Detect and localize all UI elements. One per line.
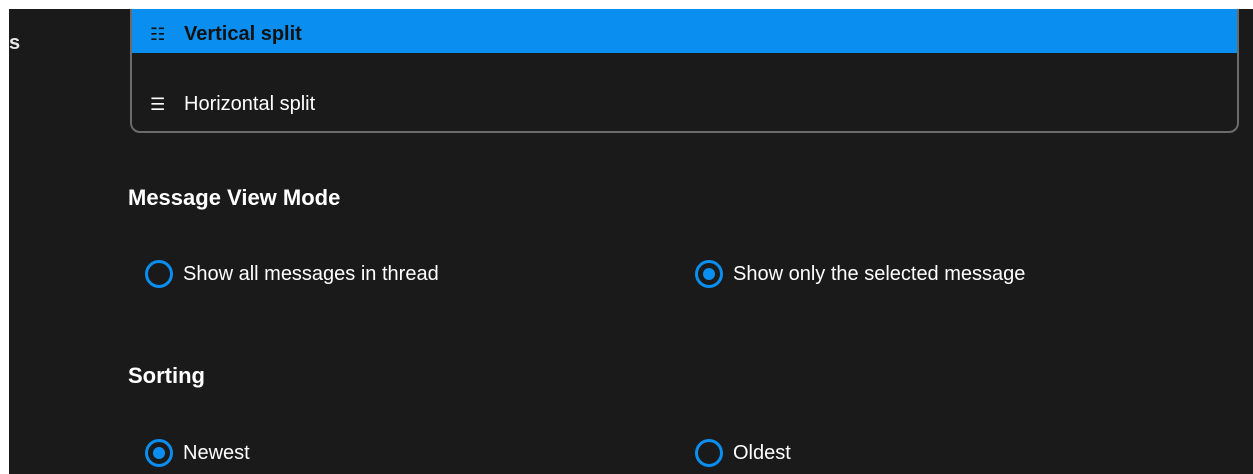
layout-dropdown-list: ☷ Vertical split ☰ Horizontal split (130, 9, 1239, 133)
radio-show-all-messages-label: Show all messages in thread (183, 262, 439, 285)
horizontal-split-icon: ☰ (150, 94, 166, 114)
radio-show-selected-message-label: Show only the selected message (733, 262, 1026, 285)
option-horizontal-split[interactable]: ☰ Horizontal split (132, 80, 1237, 128)
radio-sort-newest[interactable]: Newest (145, 439, 250, 467)
settings-pane: s ☷ Vertical split ☰ Horizontal split Me… (9, 9, 1253, 474)
radio-button-checked[interactable] (145, 439, 173, 467)
vertical-split-icon: ☷ (150, 24, 166, 44)
option-vertical-split-label: Vertical split (184, 22, 302, 45)
radio-sort-newest-label: Newest (183, 441, 250, 464)
radio-show-selected-message[interactable]: Show only the selected message (695, 260, 1025, 288)
sorting-title: Sorting (128, 363, 205, 388)
radio-button-unchecked[interactable] (695, 439, 723, 467)
option-vertical-split[interactable]: ☷ Vertical split (132, 9, 1237, 53)
radio-show-all-messages[interactable]: Show all messages in thread (145, 260, 439, 288)
radio-sort-oldest[interactable]: Oldest (695, 439, 791, 467)
message-view-mode-title: Message View Mode (128, 185, 341, 210)
truncated-sidebar-text: s (9, 32, 21, 54)
radio-sort-oldest-label: Oldest (733, 441, 791, 464)
radio-button-unchecked[interactable] (145, 260, 173, 288)
option-horizontal-split-label: Horizontal split (184, 92, 316, 115)
radio-button-checked[interactable] (695, 260, 723, 288)
